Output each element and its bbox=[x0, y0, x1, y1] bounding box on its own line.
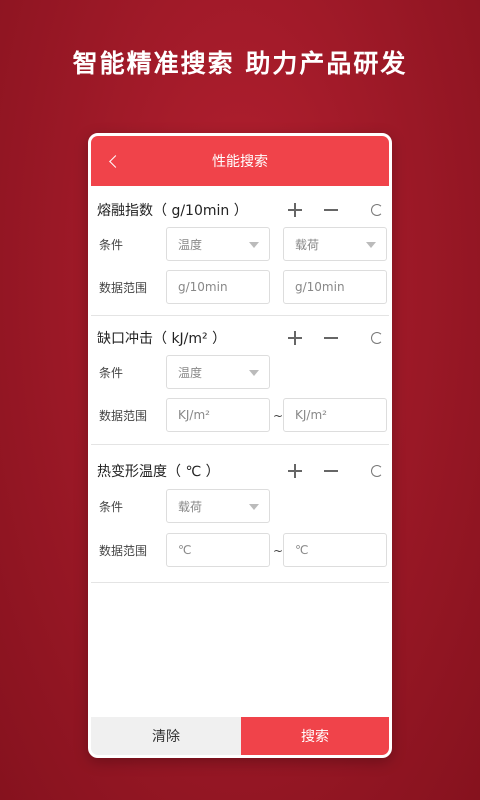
page-title: 性能搜索 bbox=[212, 154, 268, 170]
condition-select-temperature[interactable]: 温度 bbox=[166, 355, 270, 389]
range-min-input[interactable]: ℃ bbox=[166, 533, 270, 567]
range-label: 数据范围 bbox=[99, 281, 148, 295]
search-button[interactable]: 搜索 bbox=[241, 717, 389, 755]
remove-icon[interactable] bbox=[313, 461, 349, 481]
range-max-input[interactable]: KJ/m² bbox=[283, 398, 387, 432]
reset-icon[interactable] bbox=[349, 200, 385, 220]
section-actions bbox=[277, 200, 385, 220]
select-value: 温度 bbox=[178, 237, 203, 252]
condition-label: 条件 bbox=[99, 366, 124, 380]
select-value: 载荷 bbox=[178, 499, 203, 514]
section-title: 缺口冲击（ kJ/m² ） bbox=[97, 331, 227, 347]
range-max-input[interactable]: ℃ bbox=[283, 533, 387, 567]
reset-icon[interactable] bbox=[349, 328, 385, 348]
promo-headline: 智能精准搜索 助力产品研发 bbox=[72, 49, 408, 78]
condition-label: 条件 bbox=[99, 238, 124, 252]
section-actions bbox=[277, 328, 385, 348]
range-min-input[interactable]: g/10min bbox=[166, 270, 270, 304]
range-max-input[interactable]: g/10min bbox=[283, 270, 387, 304]
condition-select-temperature[interactable]: 温度 bbox=[166, 227, 270, 261]
remove-icon[interactable] bbox=[313, 328, 349, 348]
range-label: 数据范围 bbox=[99, 409, 148, 423]
input-placeholder: ℃ bbox=[178, 543, 192, 557]
condition-label: 条件 bbox=[99, 500, 124, 514]
range-separator: ~ bbox=[273, 409, 284, 423]
section-title: 熔融指数（ g/10min ） bbox=[97, 203, 248, 219]
condition-select-load[interactable]: 载荷 bbox=[166, 489, 270, 523]
app-bar: 性能搜索 bbox=[91, 136, 389, 186]
select-value: 温度 bbox=[178, 365, 203, 380]
input-placeholder: ℃ bbox=[295, 543, 309, 557]
add-icon[interactable] bbox=[277, 200, 313, 220]
range-min-input[interactable]: KJ/m² bbox=[166, 398, 270, 432]
section-melt-index: 熔融指数（ g/10min ） 条件 温度 载荷 数据范围 g/10min g/… bbox=[91, 186, 389, 316]
select-value: 载荷 bbox=[295, 237, 320, 252]
input-placeholder: KJ/m² bbox=[178, 408, 210, 422]
input-placeholder: KJ/m² bbox=[295, 408, 327, 422]
section-notch-impact: 缺口冲击（ kJ/m² ） 条件 温度 数据范围 KJ/m² ~ KJ/m² bbox=[91, 316, 389, 445]
input-placeholder: g/10min bbox=[295, 280, 345, 294]
range-separator: ~ bbox=[273, 544, 284, 558]
back-icon[interactable] bbox=[103, 149, 123, 173]
bottom-action-bar: 清除 搜索 bbox=[91, 717, 389, 755]
section-heat-deflection: 热变形温度（ ℃ ） 条件 载荷 数据范围 ℃ ~ ℃ bbox=[91, 445, 389, 583]
add-icon[interactable] bbox=[277, 461, 313, 481]
add-icon[interactable] bbox=[277, 328, 313, 348]
condition-select-load[interactable]: 载荷 bbox=[283, 227, 387, 261]
range-label: 数据范围 bbox=[99, 544, 148, 558]
reset-icon[interactable] bbox=[349, 461, 385, 481]
section-title: 热变形温度（ ℃ ） bbox=[97, 464, 220, 480]
remove-icon[interactable] bbox=[313, 200, 349, 220]
phone-frame: 性能搜索 熔融指数（ g/10min ） 条件 温度 载荷 数据范围 g/10m… bbox=[88, 133, 392, 758]
input-placeholder: g/10min bbox=[178, 280, 228, 294]
clear-button[interactable]: 清除 bbox=[91, 717, 241, 755]
section-actions bbox=[277, 461, 385, 481]
